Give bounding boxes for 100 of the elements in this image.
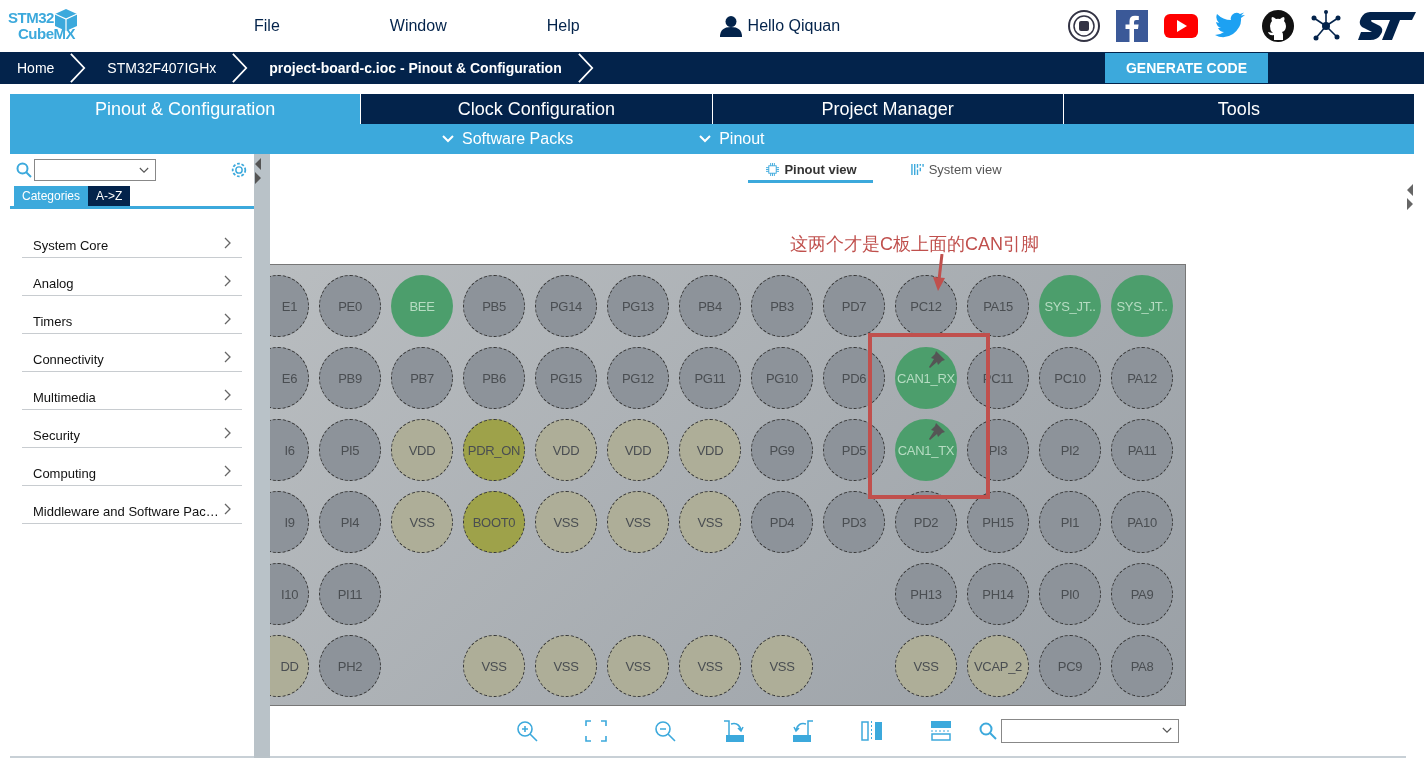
st-logo-icon[interactable]	[1358, 12, 1416, 40]
main-tab[interactable]: Clock Configuration	[360, 94, 712, 124]
pin[interactable]: VSS	[679, 635, 741, 697]
pin[interactable]: SYS_JT..	[1039, 275, 1101, 337]
collapse-handle-icon[interactable]	[1406, 182, 1414, 212]
settings-icon[interactable]	[230, 161, 248, 179]
pin[interactable]: PI4	[319, 491, 381, 553]
twitter-icon[interactable]	[1214, 12, 1246, 40]
category-item[interactable]: Connectivity	[22, 334, 242, 372]
category-item[interactable]: Multimedia	[22, 372, 242, 410]
pin[interactable]: I9	[270, 491, 309, 553]
pin[interactable]: I6	[270, 419, 309, 481]
youtube-icon[interactable]	[1164, 14, 1198, 38]
menu-item[interactable]: Help	[546, 17, 580, 35]
category-item[interactable]: System Core	[22, 220, 242, 258]
generate-code-button[interactable]: GENERATE CODE	[1105, 53, 1268, 83]
pin[interactable]: PD7	[823, 275, 885, 337]
pin[interactable]: BEE	[391, 275, 453, 337]
pin[interactable]: PG15	[535, 347, 597, 409]
pin[interactable]: PA9	[1111, 563, 1173, 625]
category-item[interactable]: Security	[22, 410, 242, 448]
category-item[interactable]: Analog	[22, 258, 242, 296]
pin[interactable]: VSS	[607, 635, 669, 697]
pin[interactable]: PA10	[1111, 491, 1173, 553]
pin[interactable]: PD4	[751, 491, 813, 553]
network-icon[interactable]	[1310, 10, 1342, 42]
pin[interactable]: VDD	[607, 419, 669, 481]
pin[interactable]: VDD	[679, 419, 741, 481]
pin[interactable]: PG14	[535, 275, 597, 337]
pin[interactable]: PDR_ON	[463, 419, 525, 481]
category-item[interactable]: Computing	[22, 448, 242, 486]
dropdown-menu[interactable]: Software Packs	[442, 124, 574, 154]
view-tab[interactable]: System view	[892, 158, 1018, 180]
pin[interactable]: PA8	[1111, 635, 1173, 697]
pin[interactable]: CAN1_TX	[895, 419, 957, 481]
pin[interactable]: VSS	[535, 491, 597, 553]
breadcrumb-item[interactable]: project-board-c.ioc - Pinout & Configuration	[252, 52, 598, 84]
pin[interactable]: SYS_JT..	[1111, 275, 1173, 337]
pin[interactable]: VSS	[535, 635, 597, 697]
sort-tab[interactable]: A->Z	[88, 186, 131, 206]
pin[interactable]: PI11	[319, 563, 381, 625]
pin[interactable]: VSS	[751, 635, 813, 697]
main-tab[interactable]: Project Manager	[711, 94, 1063, 124]
pin[interactable]: PE0	[319, 275, 381, 337]
pin[interactable]: PA12	[1111, 347, 1173, 409]
sort-tab[interactable]: Categories	[14, 186, 89, 206]
view-tab[interactable]: Pinout view	[748, 158, 873, 183]
zoom-out-icon[interactable]	[653, 719, 677, 743]
pin[interactable]: PB7	[391, 347, 453, 409]
pin[interactable]: PB6	[463, 347, 525, 409]
pin[interactable]: VSS	[391, 491, 453, 553]
collapse-handle-icon[interactable]	[254, 156, 262, 186]
breadcrumb-item[interactable]: STM32F407IGHx	[90, 52, 253, 84]
fit-screen-icon[interactable]	[584, 719, 608, 743]
anniversary-badge-icon[interactable]	[1068, 10, 1100, 42]
category-item[interactable]: Timers	[22, 296, 242, 334]
pin[interactable]: PI1	[1039, 491, 1101, 553]
pin[interactable]: PD2	[895, 491, 957, 553]
pin[interactable]: PD5	[823, 419, 885, 481]
pin[interactable]: I10	[270, 563, 309, 625]
pin-search-dropdown[interactable]	[1001, 719, 1179, 743]
pin[interactable]: VDD	[535, 419, 597, 481]
pin[interactable]: PI0	[1039, 563, 1101, 625]
pin[interactable]: PB5	[463, 275, 525, 337]
pin[interactable]: BOOT0	[463, 491, 525, 553]
menu-item[interactable]: File	[254, 17, 280, 35]
pin[interactable]: PB3	[751, 275, 813, 337]
pin[interactable]: VSS	[607, 491, 669, 553]
pin[interactable]: PH2	[319, 635, 381, 697]
rotate-left-icon[interactable]	[791, 719, 815, 743]
pin[interactable]: PI5	[319, 419, 381, 481]
github-icon[interactable]	[1262, 10, 1294, 42]
pin[interactable]: VDD	[391, 419, 453, 481]
pin[interactable]: PB4	[679, 275, 741, 337]
pin[interactable]: VCAP_2	[967, 635, 1029, 697]
pin[interactable]: E6	[270, 347, 309, 409]
pin[interactable]: PI3	[967, 419, 1029, 481]
pin[interactable]: PA15	[967, 275, 1029, 337]
pin[interactable]: VSS	[679, 491, 741, 553]
pin[interactable]: PC9	[1039, 635, 1101, 697]
pin[interactable]: PD3	[823, 491, 885, 553]
pin[interactable]: PG12	[607, 347, 669, 409]
pin[interactable]: PI2	[1039, 419, 1101, 481]
main-tab[interactable]: Pinout & Configuration	[10, 94, 361, 124]
pin[interactable]: PA11	[1111, 419, 1173, 481]
pin[interactable]: PH15	[967, 491, 1029, 553]
pin[interactable]: PH14	[967, 563, 1029, 625]
breadcrumb-item[interactable]: Home	[0, 52, 91, 84]
pin[interactable]: PB9	[319, 347, 381, 409]
pin[interactable]: PG13	[607, 275, 669, 337]
pin[interactable]: VSS	[895, 635, 957, 697]
pin[interactable]: CAN1_RX	[895, 347, 957, 409]
pin[interactable]: PD6	[823, 347, 885, 409]
pin[interactable]: PG9	[751, 419, 813, 481]
pin[interactable]: PC10	[1039, 347, 1101, 409]
pin[interactable]: E1	[270, 275, 309, 337]
flip-vertical-icon[interactable]	[860, 719, 884, 743]
category-item[interactable]: Middleware and Software Pac…	[22, 486, 242, 524]
zoom-in-icon[interactable]	[515, 719, 539, 743]
pin[interactable]: PG11	[679, 347, 741, 409]
